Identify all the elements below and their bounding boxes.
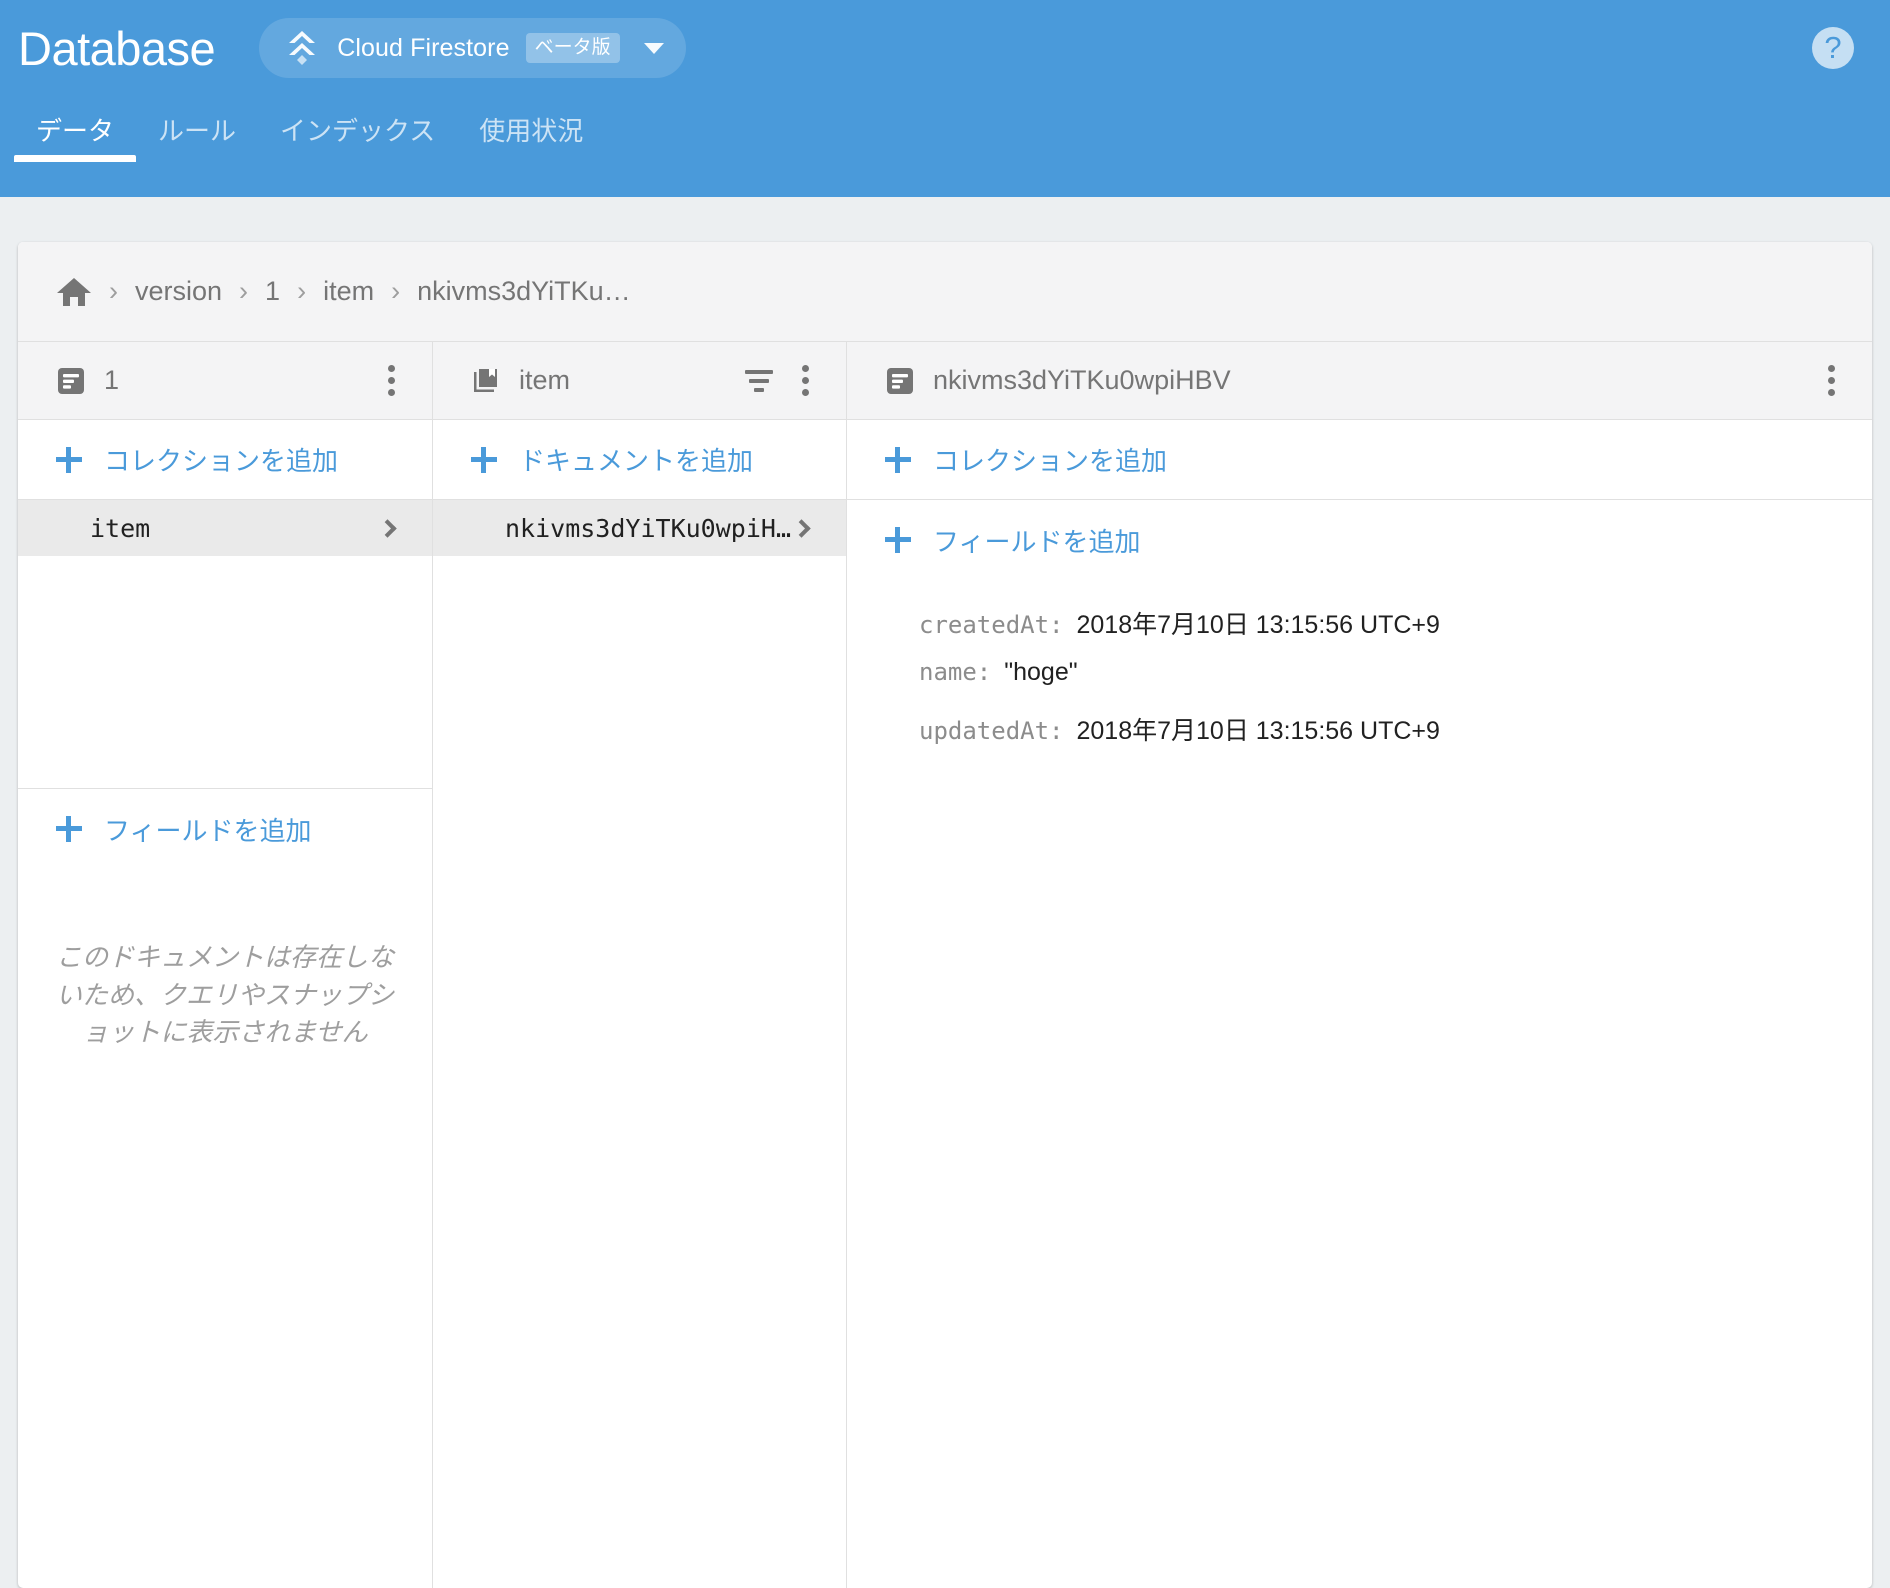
field-colon: : (1049, 611, 1064, 639)
add-field-label: フィールドを追加 (104, 815, 312, 846)
add-collection-label: コレクションを追加 (104, 446, 339, 476)
header-top-bar: Database Cloud Firestore ベータ版 (0, 0, 1890, 96)
plus-icon (56, 816, 82, 842)
column-2-title: item (519, 365, 571, 395)
field-colon: : (1049, 717, 1064, 745)
field-row[interactable]: updatedAt : 2018年7月10日 13:15:56 UTC+9 (847, 711, 1872, 764)
plus-icon (885, 446, 911, 473)
kebab-menu-icon[interactable] (368, 358, 414, 404)
add-field-label: フィールドを追加 (933, 526, 1141, 557)
field-key: createdAt (919, 611, 1050, 639)
field-value: "hoge" (1004, 658, 1078, 686)
product-selector[interactable]: Cloud Firestore ベータ版 (259, 18, 686, 78)
document-icon (56, 366, 86, 396)
field-key: updatedAt (919, 717, 1050, 745)
list-item[interactable]: nkivms3dYiTKu0wpiHBV (433, 500, 846, 556)
document-icon (885, 366, 915, 396)
breadcrumb-item-version[interactable]: version (135, 276, 222, 307)
breadcrumb-separator: › (297, 276, 307, 306)
tab-indexes[interactable]: インデックス (258, 111, 457, 162)
chevron-right-icon (792, 518, 811, 538)
list-item[interactable]: item (18, 500, 432, 556)
home-icon[interactable] (56, 276, 92, 308)
breadcrumb-separator: › (109, 276, 118, 306)
plus-icon (471, 446, 497, 473)
kebab-menu-icon[interactable] (1808, 358, 1854, 404)
column-1-header: 1 (18, 342, 432, 420)
add-document-label: ドキュメントを追加 (519, 446, 754, 476)
column-document-1: 1 コレクションを追加 item フィールドを追加 このドキュメントは存在しない… (18, 342, 433, 1588)
tab-bar: データ ルール インデックス 使用状況 (0, 96, 1890, 162)
field-key: name (919, 658, 977, 686)
empty-document-note: このドキュメントは存在しないため、クエリやスナップショットに表示されません (55, 942, 394, 1048)
breadcrumb-item-1[interactable]: 1 (265, 276, 280, 307)
add-field-button[interactable]: フィールドを追加 (847, 500, 1872, 580)
firebase-icon (289, 31, 316, 65)
field-value: 2018年7月10日 13:15:56 UTC+9 (1076, 611, 1440, 639)
column-1-title: 1 (104, 365, 120, 395)
field-row[interactable]: name : "hoge" (847, 658, 1872, 711)
help-glyph: ? (1824, 29, 1842, 65)
filter-icon[interactable] (736, 358, 782, 404)
add-collection-button[interactable]: コレクションを追加 (847, 420, 1872, 500)
breadcrumb-item-document[interactable]: nkivms3dYiTKu… (417, 276, 631, 307)
data-browser-card: › version › 1 › item › nkivms3dYiTKu… 1 … (18, 242, 1872, 1588)
list-item-label: nkivms3dYiTKu0wpiHBV (505, 513, 795, 543)
chevron-down-icon[interactable] (643, 42, 664, 54)
tab-rules[interactable]: ルール (136, 111, 258, 162)
add-field-button[interactable]: フィールドを追加 (18, 789, 432, 869)
breadcrumb: › version › 1 › item › nkivms3dYiTKu… (18, 242, 1872, 342)
add-collection-button[interactable]: コレクションを追加 (18, 420, 432, 500)
field-value: 2018年7月10日 13:15:56 UTC+9 (1076, 717, 1440, 745)
tab-usage[interactable]: 使用状況 (457, 111, 605, 162)
beta-badge: ベータ版 (525, 33, 620, 63)
column-2-body: nkivms3dYiTKu0wpiHBV (433, 500, 846, 1588)
tab-data[interactable]: データ (14, 111, 137, 162)
column-collection-item: item ドキュメントを追加 nkivms3dYiTKu0wpiHBV (433, 342, 847, 1588)
column-3-body: フィールドを追加 createdAt : 2018年7月10日 13:15:56… (847, 500, 1872, 1588)
browser-columns: 1 コレクションを追加 item フィールドを追加 このドキュメントは存在しない… (18, 342, 1872, 1588)
breadcrumb-separator: › (239, 276, 249, 306)
breadcrumb-separator: › (391, 276, 401, 306)
app-header: Database Cloud Firestore ベータ版 データ ルール イン… (0, 0, 1890, 197)
list-item-label: item (90, 513, 151, 543)
add-document-button[interactable]: ドキュメントを追加 (433, 420, 846, 500)
column-1-spacer (18, 556, 432, 788)
column-3-title: nkivms3dYiTKu0wpiHBV (933, 365, 1231, 395)
field-colon: : (976, 658, 992, 686)
field-row[interactable]: createdAt : 2018年7月10日 13:15:56 UTC+9 (847, 605, 1872, 658)
column-3-spacer (847, 764, 1872, 1588)
column-document-detail: nkivms3dYiTKu0wpiHBV コレクションを追加 フィールドを追加 (847, 342, 1872, 1588)
plus-icon (56, 446, 82, 473)
kebab-menu-icon[interactable] (782, 358, 828, 404)
chevron-right-icon (378, 518, 397, 538)
add-collection-label: コレクションを追加 (933, 446, 1168, 476)
breadcrumb-item-item[interactable]: item (323, 276, 374, 307)
collection-icon (471, 366, 501, 396)
column-2-header: item (433, 342, 846, 420)
field-list: createdAt : 2018年7月10日 13:15:56 UTC+9 na… (847, 580, 1872, 764)
column-2-spacer (433, 556, 846, 1588)
column-3-header: nkivms3dYiTKu0wpiHBV (847, 342, 1872, 420)
content-area: › version › 1 › item › nkivms3dYiTKu… 1 … (0, 197, 1890, 1588)
column-1-body: item フィールドを追加 このドキュメントは存在しないため、クエリやスナップシ… (18, 500, 432, 1588)
plus-icon (885, 527, 911, 553)
column-1-bottom-spacer (18, 1052, 432, 1588)
page-title: Database (18, 21, 216, 75)
product-name: Cloud Firestore (337, 33, 510, 62)
help-icon[interactable]: ? (1812, 27, 1854, 69)
